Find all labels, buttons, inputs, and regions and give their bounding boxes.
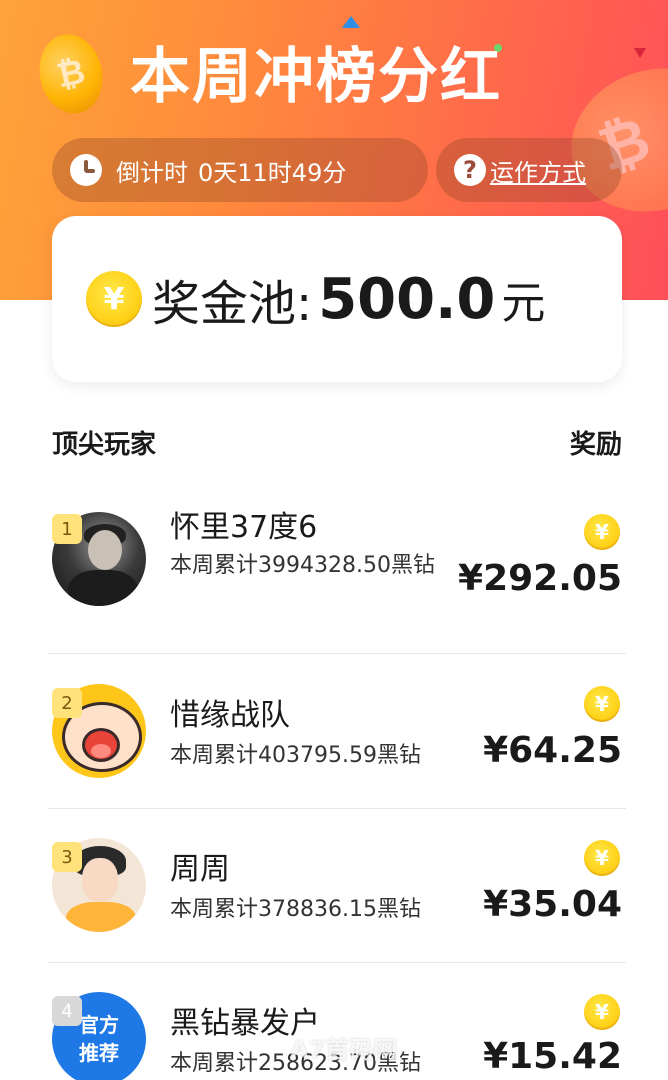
top-players-heading: 顶尖玩家 — [52, 430, 157, 460]
player-name[interactable]: 怀里37度6 — [170, 502, 317, 546]
avatar-text-line: 推荐 — [79, 1041, 119, 1065]
reward-amount: ¥292.05 — [458, 558, 622, 599]
prize-pool-card: ¥ 奖金池: 500.0 元 — [52, 216, 622, 382]
weekly-total: 本周累计378836.15黑钻 — [170, 897, 421, 922]
prize-pool-unit: 元 — [501, 278, 546, 329]
reward-amount: ¥35.04 — [483, 884, 622, 925]
prize-pool-amount: 500.0 — [318, 266, 496, 332]
reward-heading: 奖励 — [569, 430, 622, 460]
leaderboard-row[interactable]: 2 惜缘战队 本周累计403795.59黑钻 ¥ ¥64.25 — [48, 676, 626, 806]
divider — [48, 653, 626, 654]
decorative-coin-icon: ₿ — [32, 28, 110, 120]
countdown-timer: 倒计时 0天11时49分 — [52, 138, 428, 202]
clock-icon — [70, 154, 102, 186]
confetti-triangle — [634, 48, 646, 58]
divider — [48, 962, 626, 963]
leaderboard-header: 顶尖玩家 奖励 — [52, 424, 622, 464]
question-icon: ? — [454, 154, 486, 186]
player-name[interactable]: 周周 — [170, 844, 230, 888]
player-name[interactable]: 惜缘战队 — [170, 690, 290, 734]
yuan-coin-icon: ¥ — [584, 686, 620, 722]
yuan-coin-icon: ¥ — [584, 994, 620, 1030]
divider — [48, 808, 626, 809]
yuan-coin-icon: ¥ — [86, 271, 142, 327]
weekly-total: 本周累计3994328.50黑钻 — [170, 553, 435, 578]
avatar-text-line: 官方 — [79, 1013, 119, 1037]
yuan-coin-icon: ¥ — [584, 840, 620, 876]
confetti-triangle — [342, 16, 360, 28]
leaderboard-row[interactable]: 3 周周 本周累计378836.15黑钻 ¥ ¥35.04 — [48, 830, 626, 960]
how-it-works-button[interactable]: ? 运作方式 — [436, 138, 622, 202]
rank-badge: 2 — [52, 688, 82, 718]
reward-amount: ¥15.42 — [483, 1036, 622, 1077]
weekly-total: 本周累计403795.59黑钻 — [170, 743, 421, 768]
rank-badge: 4 — [52, 996, 82, 1026]
rank-badge: 1 — [52, 514, 82, 544]
page-title: 本周冲榜分红 — [130, 42, 502, 112]
how-it-works-link[interactable]: 运作方式 — [490, 153, 586, 188]
countdown-value: 0天11时49分 — [198, 158, 347, 187]
prize-pool-label: 奖金池: — [152, 276, 313, 332]
watermark: A7首码网 — [290, 1036, 398, 1064]
yuan-coin-icon: ¥ — [584, 514, 620, 550]
rank-badge: 3 — [52, 842, 82, 872]
reward-amount: ¥64.25 — [483, 730, 622, 771]
countdown-label: 倒计时 — [116, 158, 188, 187]
leaderboard-row[interactable]: 1 怀里37度6 本周累计3994328.50黑钻 ¥ ¥292.05 — [48, 500, 626, 650]
